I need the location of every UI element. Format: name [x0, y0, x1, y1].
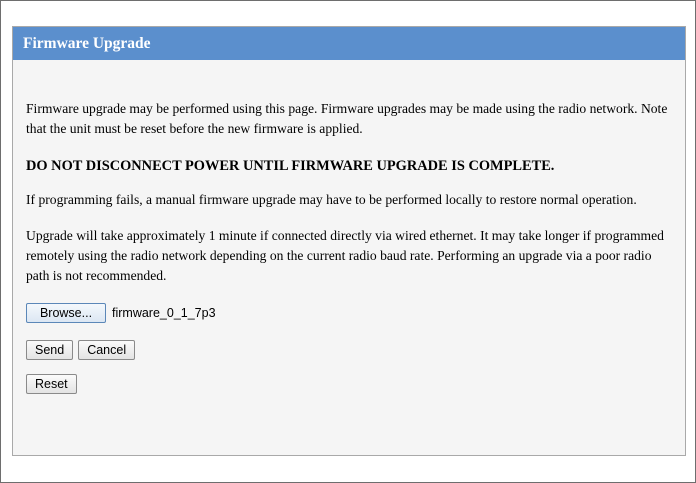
panel-title: Firmware Upgrade: [13, 27, 685, 60]
reset-row: Reset: [26, 373, 672, 395]
firmware-upgrade-panel: Firmware Upgrade Firmware upgrade may be…: [12, 26, 686, 456]
browse-button[interactable]: Browse...: [26, 303, 106, 323]
timing-note: Upgrade will take approximately 1 minute…: [26, 228, 664, 283]
page-frame: Firmware Upgrade Firmware upgrade may be…: [0, 0, 696, 483]
selected-file-name: firmware_0_1_7p3: [112, 306, 216, 320]
intro-text: Firmware upgrade may be performed using …: [26, 101, 668, 136]
failure-note: If programming fails, a manual firmware …: [26, 192, 637, 207]
reset-button[interactable]: Reset: [26, 374, 77, 394]
send-button[interactable]: Send: [26, 340, 74, 360]
file-input-row: Browse... firmware_0_1_7p3: [26, 302, 672, 324]
power-warning: DO NOT DISCONNECT POWER UNTIL FIRMWARE U…: [26, 158, 555, 174]
send-cancel-row: Send Cancel: [26, 339, 672, 361]
cancel-button[interactable]: Cancel: [78, 340, 136, 360]
panel-content: Firmware upgrade may be performed using …: [13, 99, 685, 395]
